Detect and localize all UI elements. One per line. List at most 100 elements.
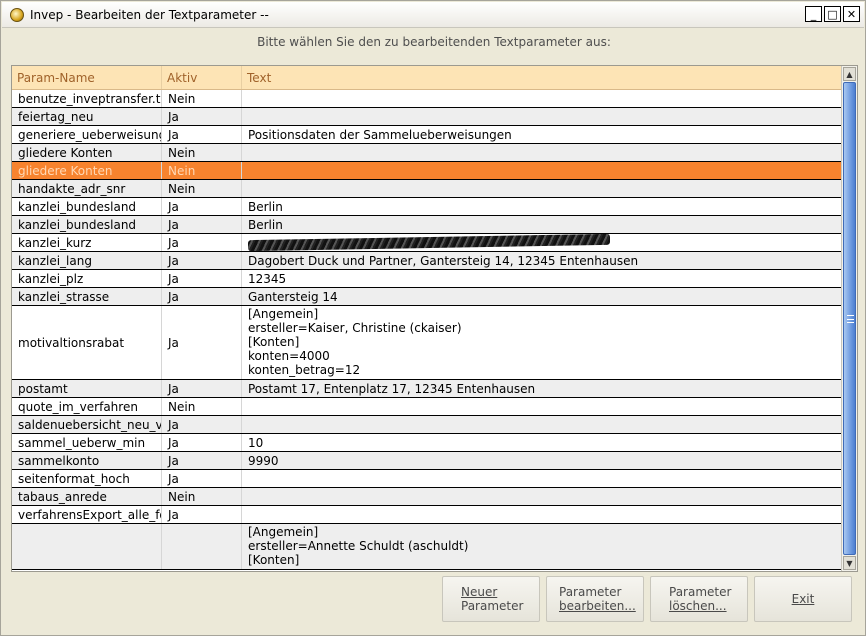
cell-param-name: verfahrensExport_alle_for [12,506,162,523]
window-controls: _ □ ✕ [805,6,860,22]
cell-param-name: tabaus_anrede [12,488,162,505]
main-window: Invep - Bearbeiten der Textparameter -- … [0,0,866,636]
cell-param-name: kanzlei_plz [12,270,162,287]
cell-aktiv: Nein [162,162,242,179]
cell-param-name: kanzlei_lang [12,252,162,269]
cell-aktiv: Ja [162,126,242,143]
table-row[interactable]: kanzlei_bundesland Ja Berlin [12,198,842,216]
cell-text [242,90,842,107]
cell-param-name: sammelkonto [12,452,162,469]
cell-text: 9990 [242,452,842,469]
cell-text: Berlin [242,216,842,233]
cell-text [242,488,842,505]
delete-parameter-button[interactable]: Parameter löschen... [650,576,748,622]
cell-aktiv: Ja [162,306,242,379]
table-row[interactable]: kanzlei_bundesland Ja Berlin [12,216,842,234]
grip-icon [847,315,854,323]
header-aktiv[interactable]: Aktiv [162,66,242,89]
table-body: benutze_inveptransfer.txt Nein feiertag_ne… [12,90,842,570]
cell-aktiv: Nein [162,398,242,415]
scroll-down-icon[interactable]: ▼ [843,556,856,570]
cell-aktiv: Ja [162,416,242,433]
exit-button[interactable]: Exit [754,576,852,622]
table-row[interactable]: saldenuebersicht_neu_vc Ja [12,416,842,434]
cell-param-name: motivaltionsrabat [12,306,162,379]
cell-aktiv: Nein [162,180,242,197]
scroll-up-icon[interactable]: ▲ [843,67,856,81]
cell-text: Dagobert Duck und Partner, Gantersteig 1… [242,252,842,269]
table-row[interactable]: gliedere Konten Nein [12,162,842,180]
table-row[interactable]: sammel_ueberw_min Ja 10 [12,434,842,452]
cell-text [242,506,842,523]
header-text[interactable]: Text [242,66,842,89]
new-button-line1: Neuer [461,585,498,599]
cell-text [242,416,842,433]
new-parameter-button[interactable]: Neuer Parameter [442,576,540,622]
cell-param-name: generiere_ueberweisung_ [12,126,162,143]
cell-param-name: kanzlei_strasse [12,288,162,305]
maximize-button[interactable]: □ [824,6,841,22]
table-row[interactable]: generiere_ueberweisung_ Ja Positionsdaten … [12,126,842,144]
cell-param-name: seitenformat_hoch [12,470,162,487]
cell-aktiv: Ja [162,452,242,469]
cell-text: Berlin [242,198,842,215]
cell-aktiv: Ja [162,198,242,215]
cell-text: 10 [242,434,842,451]
cell-text [242,162,842,179]
cell-text: Gantersteig 14 [242,288,842,305]
cell-text: [Angemein] ersteller=Annette Schuldt (as… [242,524,842,569]
table-row[interactable]: [Angemein] ersteller=Annette Schuldt (as… [12,524,842,570]
cell-aktiv: Ja [162,270,242,287]
table-row[interactable]: gliedere Konten Nein [12,144,842,162]
table-row[interactable]: tabaus_anrede Nein [12,488,842,506]
cell-text [242,180,842,197]
cell-param-name [12,524,162,569]
table-row[interactable]: kanzlei_kurz Ja [12,234,842,252]
cell-param-name: handakte_adr_snr [12,180,162,197]
edit-button-line2: bearbeiten... [559,599,636,613]
cell-text: Positionsdaten der Sammelueberweisungen [242,126,842,143]
cell-param-name: feiertag_neu [12,108,162,125]
redacted-text [248,234,610,251]
cell-aktiv: Ja [162,506,242,523]
table-row[interactable]: sammelkonto Ja 9990 [12,452,842,470]
window-title: Invep - Bearbeiten der Textparameter -- [30,7,269,22]
table-row[interactable]: verfahrensExport_alle_for Ja [12,506,842,524]
edit-parameter-button[interactable]: Parameter bearbeiten... [546,576,644,622]
close-button[interactable]: ✕ [843,6,860,22]
cell-param-name: quote_im_verfahren [12,398,162,415]
cell-aktiv: Ja [162,288,242,305]
exit-button-label: Exit [791,592,815,606]
cell-aktiv: Ja [162,380,242,397]
table-row[interactable]: kanzlei_strasse Ja Gantersteig 14 [12,288,842,306]
cell-text [242,234,842,251]
table-row[interactable]: kanzlei_lang Ja Dagobert Duck und Partner,… [12,252,842,270]
cell-param-name: saldenuebersicht_neu_vc [12,416,162,433]
table-row[interactable]: motivaltionsrabat Ja [Angemein] ersteller=… [12,306,842,380]
cell-text: 12345 [242,270,842,287]
cell-text: [Angemein] ersteller=Kaiser, Christine (… [242,306,842,379]
table-row[interactable]: postamt Ja Postamt 17, Entenplatz 17, 1234… [12,380,842,398]
scroll-thumb[interactable] [843,82,856,555]
minimize-button[interactable]: _ [805,6,822,22]
table-row[interactable]: quote_im_verfahren Nein [12,398,842,416]
cell-aktiv: Nein [162,144,242,161]
cell-param-name: gliedere Konten [12,144,162,161]
vertical-scrollbar[interactable]: ▲ ▼ [841,66,857,571]
cell-aktiv: Ja [162,252,242,269]
cell-aktiv [162,524,242,569]
delete-button-line1: Parameter [669,585,732,599]
cell-aktiv: Ja [162,216,242,233]
table-row[interactable]: seitenformat_hoch Ja [12,470,842,488]
cell-aktiv: Ja [162,108,242,125]
cell-aktiv: Ja [162,470,242,487]
table-row[interactable]: kanzlei_plz Ja 12345 [12,270,842,288]
title-bar[interactable]: Invep - Bearbeiten der Textparameter -- … [2,2,864,28]
table-row[interactable]: feiertag_neu Ja [12,108,842,126]
parameter-table: Param-Name Aktiv Text benutze_inveptrans… [11,65,858,572]
table-row[interactable]: benutze_inveptransfer.txt Nein [12,90,842,108]
cell-param-name: gliedere Konten [12,162,162,179]
delete-button-line2: löschen... [669,599,727,613]
table-row[interactable]: handakte_adr_snr Nein [12,180,842,198]
header-param-name[interactable]: Param-Name [12,66,162,89]
